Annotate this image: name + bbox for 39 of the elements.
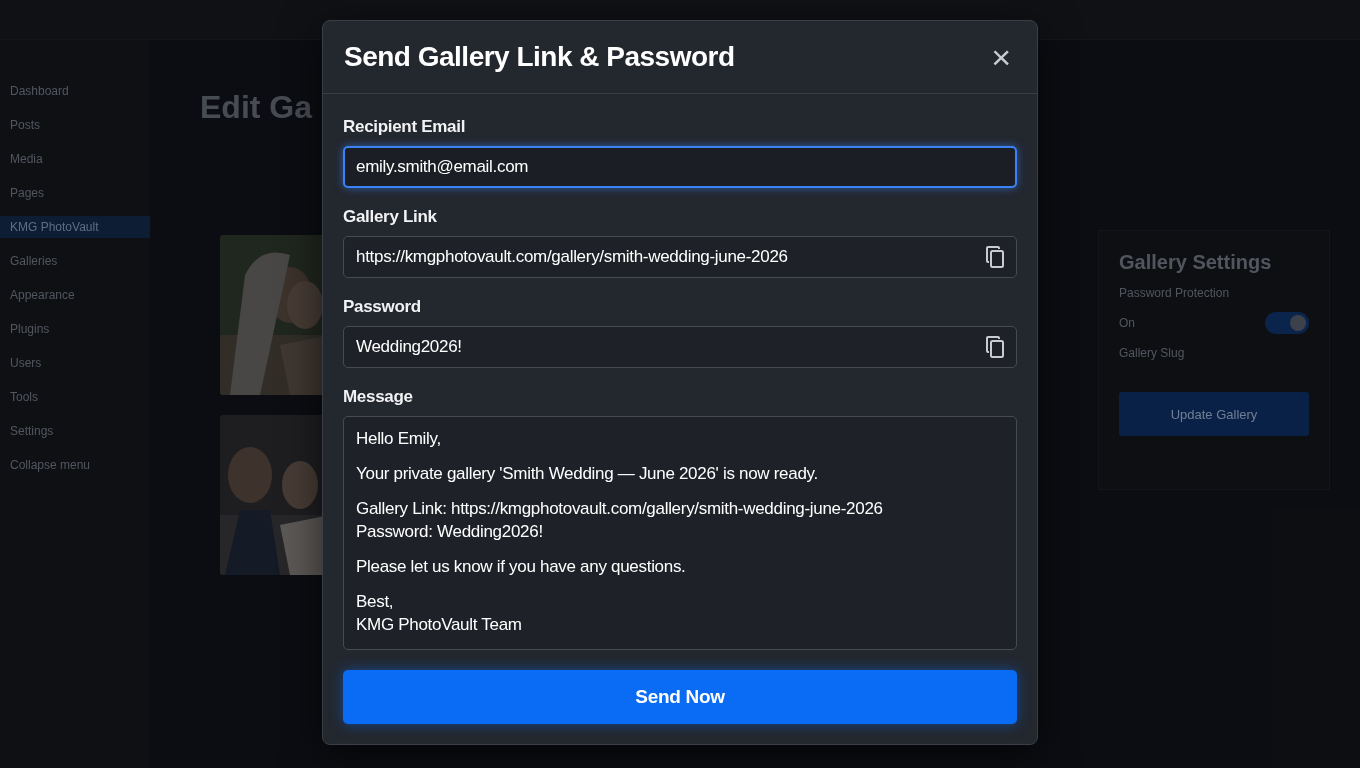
input-field[interactable]: emily.smith@email.com: [343, 146, 1017, 188]
input-field[interactable]: https://kmgphotovault.com/gallery/smith-wedding-june-2026: [343, 236, 1017, 278]
sidebar-item[interactable]: Tools: [0, 386, 150, 408]
sidebar-item[interactable]: Appearance: [0, 284, 150, 306]
dialog-title: Send Gallery Link & Password: [344, 41, 735, 73]
setting-value: On: [1119, 316, 1135, 330]
field-label: Message: [343, 387, 414, 407]
message-paragraph: Your private gallery 'Smith Wedding — June 2026' is now ready.: [356, 463, 819, 485]
field-label: Gallery Link: [343, 207, 438, 227]
toggle-switch[interactable]: [1265, 312, 1309, 334]
message-paragraph: Best, KMG PhotoVault Team: [356, 591, 523, 636]
setting-label: Password Protection: [1119, 286, 1231, 300]
close-button[interactable]: ×: [987, 40, 1015, 74]
page-title: Edit Ga: [200, 90, 312, 126]
update-button[interactable]: Update Gallery: [1119, 392, 1309, 436]
sidebar-item[interactable]: Media: [0, 148, 150, 170]
message-paragraph: Please let us know if you have any questions.: [356, 556, 687, 578]
message-paragraph: Hello Emily,: [356, 428, 442, 450]
setting-label: Gallery Slug: [1119, 346, 1186, 360]
copy-icon: [985, 246, 1005, 268]
sidebar-item[interactable]: Dashboard: [0, 80, 150, 102]
input-field[interactable]: Wedding2026!: [343, 326, 1017, 368]
copy-button[interactable]: [985, 336, 1005, 358]
message-paragraph: Gallery Link: https://kmgphotovault.com/gallery/smith-wedding-june-2026 Password: Wedding2026!: [356, 498, 884, 543]
sidebar-item[interactable]: Users: [0, 352, 150, 374]
sidebar-item[interactable]: Pages: [0, 182, 150, 204]
sidebar-item[interactable]: Collapse menu: [0, 454, 150, 476]
sidebar-item[interactable]: Plugins: [0, 318, 150, 340]
sidebar-item[interactable]: Settings: [0, 420, 150, 442]
message-field[interactable]: [343, 416, 1017, 650]
field-label: Password: [343, 297, 422, 317]
sidebar-item[interactable]: Galleries: [0, 250, 150, 272]
copy-icon: [985, 336, 1005, 358]
field-label: Recipient Email: [343, 117, 467, 137]
sidebar-item[interactable]: Posts: [0, 114, 150, 136]
sidebar-item[interactable]: KMG PhotoVault: [0, 216, 150, 238]
send-button[interactable]: Send Now: [343, 670, 1017, 724]
copy-button[interactable]: [985, 246, 1005, 268]
settings-title: Gallery Settings: [1119, 251, 1273, 274]
